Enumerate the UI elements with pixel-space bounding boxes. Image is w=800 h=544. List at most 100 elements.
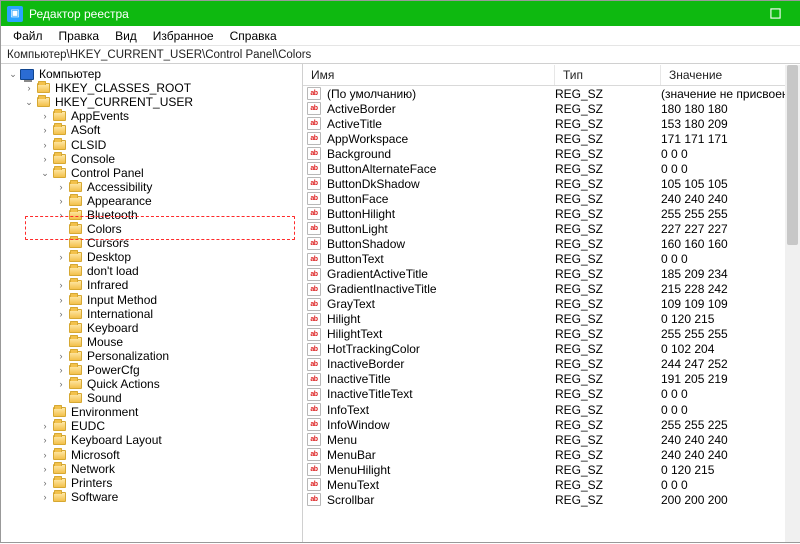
value-row[interactable]: abButtonAlternateFaceREG_SZ0 0 0 (303, 161, 800, 176)
tree-item[interactable]: ›AppEvents (3, 109, 300, 123)
tree-item[interactable]: ›Keyboard Layout (3, 433, 300, 447)
tree-item[interactable]: ›Console (3, 152, 300, 166)
expander-closed-icon[interactable]: › (39, 476, 51, 490)
tree-item[interactable]: ›PowerCfg (3, 363, 300, 377)
expander-closed-icon[interactable]: › (55, 180, 67, 194)
address-bar[interactable]: Компьютер\HKEY_CURRENT_USER\Control Pane… (1, 46, 800, 64)
menu-item[interactable]: Вид (107, 27, 145, 45)
value-row[interactable]: abHilightTextREG_SZ255 255 255 (303, 327, 800, 342)
expander-closed-icon[interactable]: › (39, 419, 51, 433)
tree-item[interactable]: ›Infrared (3, 278, 300, 292)
expander-closed-icon[interactable]: › (39, 490, 51, 504)
values-pane[interactable]: Имя Тип Значение ab(По умолчанию)REG_SZ(… (303, 64, 800, 542)
expander-closed-icon[interactable]: › (55, 250, 67, 264)
tree-item[interactable]: ·Colors (3, 222, 300, 236)
menu-item[interactable]: Избранное (145, 27, 222, 45)
value-row[interactable]: abActiveTitleREG_SZ153 180 209 (303, 116, 800, 131)
menu-item[interactable]: Справка (222, 27, 285, 45)
tree-item[interactable]: ·don't load (3, 264, 300, 278)
value-row[interactable]: abInactiveTitleREG_SZ191 205 219 (303, 372, 800, 387)
value-row[interactable]: abScrollbarREG_SZ200 200 200 (303, 492, 800, 507)
expander-closed-icon[interactable]: › (55, 349, 67, 363)
value-row[interactable]: abButtonDkShadowREG_SZ105 105 105 (303, 176, 800, 191)
expander-closed-icon[interactable]: › (39, 152, 51, 166)
tree-item[interactable]: ›HKEY_CLASSES_ROOT (3, 81, 300, 95)
tree-item[interactable]: ·Mouse (3, 335, 300, 349)
tree-item[interactable]: ›Network (3, 462, 300, 476)
tree-item[interactable]: ⌄Control Panel (3, 166, 300, 180)
tree-item[interactable]: ⌄Компьютер (3, 67, 300, 81)
tree-item[interactable]: ›Bluetooth (3, 208, 300, 222)
value-row[interactable]: abAppWorkspaceREG_SZ171 171 171 (303, 131, 800, 146)
value-row[interactable]: abGrayTextREG_SZ109 109 109 (303, 297, 800, 312)
expander-closed-icon[interactable]: › (39, 448, 51, 462)
folder-icon (51, 421, 67, 431)
tree-item[interactable]: ›Desktop (3, 250, 300, 264)
value-row[interactable]: abInfoWindowREG_SZ255 255 225 (303, 417, 800, 432)
vertical-scrollbar[interactable] (785, 65, 800, 542)
expander-closed-icon[interactable]: › (55, 194, 67, 208)
tree-item[interactable]: ›Accessibility (3, 180, 300, 194)
tree-item[interactable]: ›Appearance (3, 194, 300, 208)
expander-open-icon[interactable]: ⌄ (7, 67, 19, 81)
value-row[interactable]: abGradientActiveTitleREG_SZ185 209 234 (303, 267, 800, 282)
value-row[interactable]: abMenuTextREG_SZ0 0 0 (303, 477, 800, 492)
expander-open-icon[interactable]: ⌄ (39, 166, 51, 180)
expander-closed-icon[interactable]: › (55, 208, 67, 222)
column-header-type[interactable]: Тип (555, 65, 661, 85)
tree-item[interactable]: ·Cursors (3, 236, 300, 250)
expander-closed-icon[interactable]: › (55, 307, 67, 321)
value-row[interactable]: abGradientInactiveTitleREG_SZ215 228 242 (303, 282, 800, 297)
tree-item[interactable]: ›Microsoft (3, 448, 300, 462)
value-row[interactable]: abInfoTextREG_SZ0 0 0 (303, 402, 800, 417)
value-row[interactable]: abHilightREG_SZ0 120 215 (303, 312, 800, 327)
tree-item[interactable]: ›EUDC (3, 419, 300, 433)
tree-pane[interactable]: ⌄Компьютер›HKEY_CLASSES_ROOT⌄HKEY_CURREN… (1, 64, 303, 542)
value-row[interactable]: ab(По умолчанию)REG_SZ(значение не присв… (303, 86, 800, 101)
value-data: 180 180 180 (661, 102, 800, 116)
column-header-name[interactable]: Имя (303, 65, 555, 85)
expander-closed-icon[interactable]: › (55, 293, 67, 307)
value-row[interactable]: abButtonTextREG_SZ0 0 0 (303, 252, 800, 267)
tree-item[interactable]: ›International (3, 307, 300, 321)
value-row[interactable]: abButtonLightREG_SZ227 227 227 (303, 221, 800, 236)
tree-item[interactable]: ⌄HKEY_CURRENT_USER (3, 95, 300, 109)
tree-item[interactable]: ›Input Method (3, 293, 300, 307)
folder-icon (51, 450, 67, 460)
expander-closed-icon[interactable]: › (39, 123, 51, 137)
value-row[interactable]: abActiveBorderREG_SZ180 180 180 (303, 101, 800, 116)
value-row[interactable]: abHotTrackingColorREG_SZ0 102 204 (303, 342, 800, 357)
value-row[interactable]: abMenuHilightREG_SZ0 120 215 (303, 462, 800, 477)
tree-item[interactable]: ›Software (3, 490, 300, 504)
tree-item[interactable]: ›ASoft (3, 123, 300, 137)
expander-closed-icon[interactable]: › (55, 377, 67, 391)
value-row[interactable]: abMenuREG_SZ240 240 240 (303, 432, 800, 447)
tree-item[interactable]: ·Environment (3, 405, 300, 419)
menu-item[interactable]: Правка (51, 27, 108, 45)
expander-closed-icon[interactable]: › (39, 109, 51, 123)
menu-item[interactable]: Файл (5, 27, 51, 45)
expander-closed-icon[interactable]: › (23, 81, 35, 95)
value-row[interactable]: abBackgroundREG_SZ0 0 0 (303, 146, 800, 161)
expander-closed-icon[interactable]: › (39, 138, 51, 152)
scrollbar-thumb[interactable] (787, 65, 798, 245)
tree-item[interactable]: ›Quick Actions (3, 377, 300, 391)
value-row[interactable]: abButtonShadowREG_SZ160 160 160 (303, 236, 800, 251)
value-row[interactable]: abInactiveTitleTextREG_SZ0 0 0 (303, 387, 800, 402)
tree-item[interactable]: ›Printers (3, 476, 300, 490)
value-row[interactable]: abInactiveBorderREG_SZ244 247 252 (303, 357, 800, 372)
expander-closed-icon[interactable]: › (39, 462, 51, 476)
expander-open-icon[interactable]: ⌄ (23, 95, 35, 109)
column-header-value[interactable]: Значение (661, 65, 800, 85)
maximize-button[interactable] (755, 1, 795, 26)
value-row[interactable]: abButtonFaceREG_SZ240 240 240 (303, 191, 800, 206)
expander-closed-icon[interactable]: › (39, 433, 51, 447)
value-row[interactable]: abMenuBarREG_SZ240 240 240 (303, 447, 800, 462)
expander-closed-icon[interactable]: › (55, 363, 67, 377)
tree-item[interactable]: ›CLSID (3, 137, 300, 151)
expander-closed-icon[interactable]: › (55, 278, 67, 292)
tree-item[interactable]: ·Sound (3, 391, 300, 405)
tree-item[interactable]: ·Keyboard (3, 321, 300, 335)
tree-item[interactable]: ›Personalization (3, 349, 300, 363)
value-row[interactable]: abButtonHilightREG_SZ255 255 255 (303, 206, 800, 221)
